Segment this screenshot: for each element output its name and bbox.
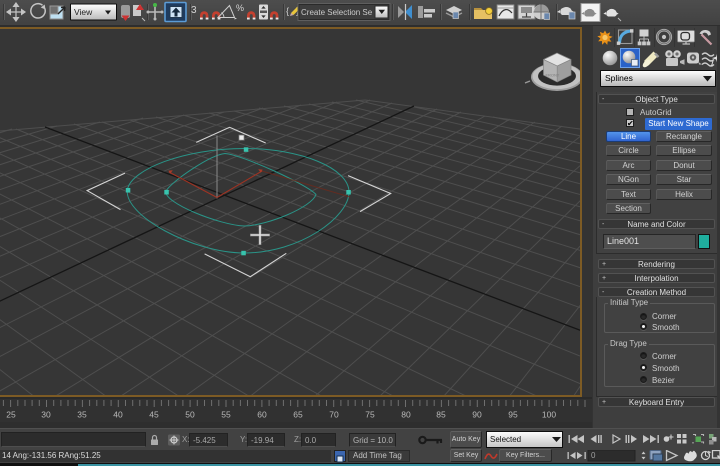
svg-text:35: 35 <box>77 410 87 420</box>
svg-text:45: 45 <box>149 410 159 420</box>
svg-text:50: 50 <box>185 410 195 420</box>
svg-text:65: 65 <box>293 410 303 420</box>
svg-text:60: 60 <box>257 410 267 420</box>
svg-text:0: 0 <box>591 451 596 460</box>
svg-text:95: 95 <box>508 410 518 420</box>
svg-text:55: 55 <box>221 410 231 420</box>
svg-text:70: 70 <box>329 410 339 420</box>
svg-text:75: 75 <box>365 410 375 420</box>
svg-text:100: 100 <box>542 410 556 420</box>
svg-text:3: 3 <box>191 5 197 16</box>
svg-text:Create Selection Se: Create Selection Se <box>301 8 373 17</box>
svg-text:30: 30 <box>41 410 51 420</box>
svg-text:FRONT: FRONT <box>546 73 560 78</box>
svg-text:View: View <box>74 7 93 17</box>
svg-text:25: 25 <box>6 410 16 420</box>
svg-text:90: 90 <box>472 410 482 420</box>
svg-text:40: 40 <box>113 410 123 420</box>
svg-text:80: 80 <box>401 410 411 420</box>
svg-text:{: { <box>286 6 289 16</box>
svg-text:%: % <box>236 3 244 13</box>
svg-text:85: 85 <box>436 410 446 420</box>
